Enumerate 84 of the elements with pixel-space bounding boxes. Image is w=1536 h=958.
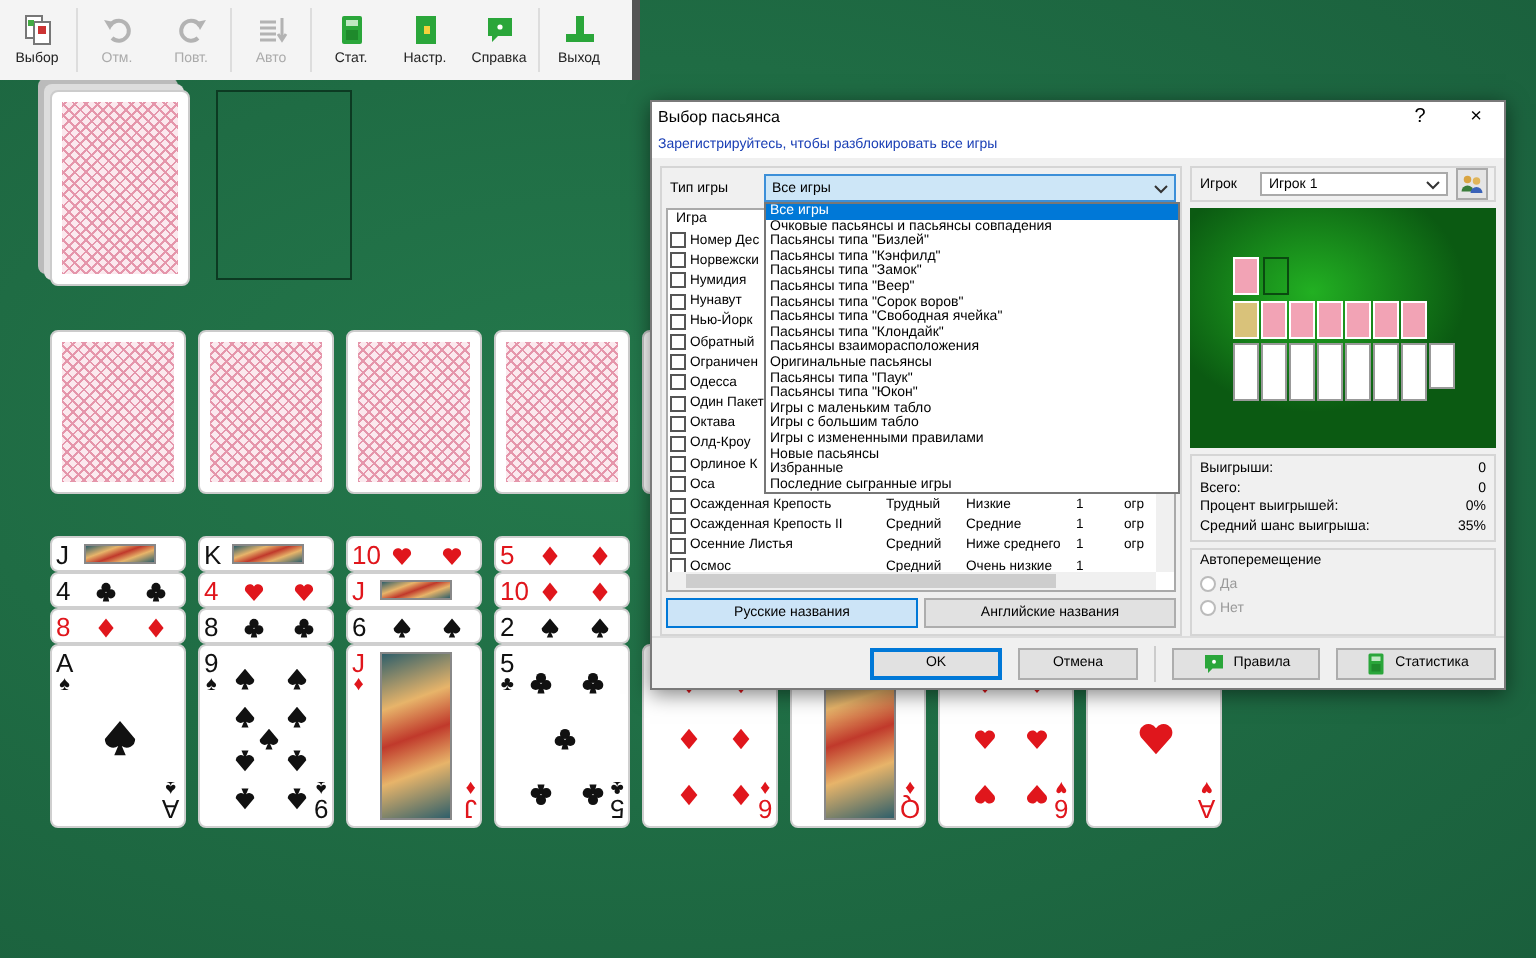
card-rank: J [463, 796, 476, 822]
playing-card[interactable]: 5 [494, 536, 630, 572]
calculator-icon [1363, 651, 1388, 675]
checkbox[interactable] [670, 537, 686, 554]
playing-card[interactable]: A ♠ A ♠ [50, 644, 186, 828]
card-rank: 8 [56, 614, 71, 640]
card-rank: K [204, 542, 222, 568]
card-rank: Q [899, 796, 920, 822]
card-suit: ♠ [166, 776, 177, 796]
stamp-icon [563, 14, 595, 46]
card-rank: 10 [500, 578, 529, 604]
card-suit: ♠ [315, 776, 327, 796]
card-rank: 8 [204, 614, 219, 640]
playing-card[interactable]: 4 [198, 572, 334, 608]
chevron-down-icon [1426, 179, 1441, 189]
checkbox[interactable] [670, 497, 686, 514]
card-rank: 4 [56, 578, 71, 604]
card-rank: 9 [204, 650, 219, 676]
speech-bubble-icon [483, 14, 515, 46]
checkbox[interactable] [670, 395, 686, 412]
playing-card[interactable]: 10 [346, 536, 482, 572]
undo-icon [101, 14, 133, 46]
card-rank: 5 [609, 796, 624, 822]
card-suit: ♦ [904, 776, 915, 796]
card-suit: ♣ [500, 676, 514, 696]
playing-card[interactable]: 5 ♣ 5 ♣ [494, 644, 630, 828]
window-title: Выбор пасьянса [658, 108, 782, 126]
playing-card[interactable]: 6 [346, 608, 482, 644]
card-rank: 4 [204, 578, 219, 604]
card-rank: 6 [1053, 796, 1068, 822]
players-button[interactable] [1456, 168, 1489, 200]
card-rank: 5 [500, 542, 515, 568]
card-rank: A [162, 796, 180, 822]
checkbox[interactable] [670, 415, 686, 432]
playing-card[interactable]: 9 ♠ 9 ♠ [198, 644, 334, 828]
playing-card[interactable]: 8 [198, 608, 334, 644]
checkbox[interactable] [670, 476, 686, 493]
card-rank: 5 [500, 650, 515, 676]
checkbox[interactable] [670, 354, 686, 371]
card-rank: J [56, 542, 69, 568]
checkbox[interactable] [670, 456, 686, 473]
card-rank: 2 [500, 614, 515, 640]
playing-card[interactable]: 10 [494, 572, 630, 608]
playing-card[interactable]: 2 [494, 608, 630, 644]
chevron-down-icon [1154, 183, 1168, 193]
card-suit: ♥ [1054, 776, 1067, 796]
face-card[interactable]: J [346, 572, 482, 608]
card-rank: J [352, 578, 365, 604]
card-rank: 10 [352, 542, 381, 568]
speech-bubble-icon [1201, 651, 1226, 675]
list-arrow-icon [255, 14, 287, 46]
checkbox[interactable] [670, 334, 686, 351]
checkbox[interactable] [670, 313, 686, 330]
checkbox[interactable] [670, 293, 686, 310]
card-rank: J [352, 650, 365, 676]
users-icon [1460, 172, 1485, 196]
face-card[interactable]: J ♦ J ♦ [346, 644, 482, 828]
horizontal-scrollbar[interactable] [668, 572, 1156, 590]
checkbox[interactable] [670, 435, 686, 452]
checkbox[interactable] [670, 517, 686, 534]
face-card[interactable]: J [50, 536, 186, 572]
card-rank: A [1198, 796, 1216, 822]
card-rank: 6 [757, 796, 772, 822]
checkbox[interactable] [670, 272, 686, 289]
card-suit: ♦ [759, 776, 770, 796]
card-rank: 6 [352, 614, 367, 640]
card-rank: A [56, 650, 74, 676]
playing-card[interactable]: 8 [50, 608, 186, 644]
close-button[interactable]: × [1448, 102, 1504, 132]
card-suit: ♠ [205, 676, 217, 696]
card-suit: ♥ [1201, 776, 1214, 796]
face-card[interactable]: K [198, 536, 334, 572]
playing-card[interactable]: 4 [50, 572, 186, 608]
card-suit: ♠ [59, 676, 70, 696]
card-rank: 9 [313, 796, 328, 822]
redo-icon [175, 14, 207, 46]
checkbox[interactable] [670, 374, 686, 391]
cards-icon [21, 14, 53, 46]
help-button[interactable]: ? [1392, 102, 1448, 132]
checkbox[interactable] [670, 232, 686, 249]
card-suit: ♣ [610, 776, 624, 796]
card-suit: ♦ [353, 676, 364, 696]
checkbox[interactable] [670, 252, 686, 269]
card-suit: ♦ [464, 776, 475, 796]
